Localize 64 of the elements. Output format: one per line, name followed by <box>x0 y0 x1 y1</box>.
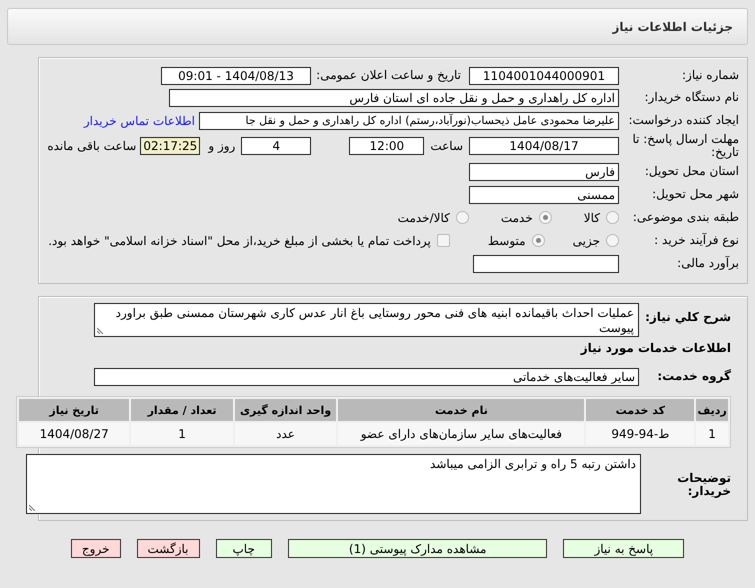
description-box[interactable]: عملیات احداث باقیمانده ابنیه های فنی محور روستایی باغ انار عدس کاری شهرستان ممسنی طبق براورد پیوست <box>94 303 639 337</box>
field-label: توضیحات خریدار: <box>676 470 732 498</box>
buyer-org-field: اداره کل راهداری و حمل و نقل جاده ای استان فارس <box>169 89 619 107</box>
table-cell: 1404/08/27 <box>19 423 130 445</box>
field-label: شهر محل تحویل: <box>651 188 739 202</box>
field-label: نوع فرآیند خرید : <box>653 234 739 248</box>
column-header: ردیف <box>696 399 728 421</box>
table-cell: عدد <box>234 423 336 445</box>
radio-label: متوسط <box>488 234 526 248</box>
checkbox[interactable] <box>436 234 450 247</box>
column-header: تعداد / مقدار <box>131 399 233 421</box>
resize-grip-icon[interactable] <box>29 503 37 511</box>
column-header: واحد اندازه گیری <box>234 399 336 421</box>
radio-button[interactable] <box>606 211 619 224</box>
field-label: مهلت ارسال پاسخ: تا تاریخ: <box>631 132 739 160</box>
service-group-field: سایر فعالیت‌های خدماتی <box>94 368 639 386</box>
announce-date-field: 1404/08/13 - 09:01 <box>161 66 311 84</box>
buyer-notes-box[interactable]: داشتن رتبه 5 راه و ترابری الزامی میباشد <box>26 454 641 514</box>
field-label: شرح کلي نياز: <box>644 309 732 324</box>
radio-label: خدمت <box>500 210 533 224</box>
page-title: جزئیات اطلاعات نیاز <box>612 20 733 34</box>
field-label: برآورد مالی: <box>676 256 739 270</box>
radio-button[interactable] <box>456 211 469 224</box>
remaining-time-field: 02:17:25 <box>140 137 200 155</box>
action-button[interactable]: چاپ <box>216 539 272 558</box>
need-number-field: 1104001044000901 <box>469 66 619 84</box>
table-cell: 1 <box>131 423 233 445</box>
radio-button[interactable] <box>606 234 619 247</box>
radio-button[interactable] <box>532 234 545 247</box>
city-field: ممسنی <box>469 186 619 204</box>
table-cell: 1 <box>696 423 728 445</box>
field-label: استان محل تحویل: <box>644 164 739 178</box>
deadline-date-field: 1404/08/17 <box>469 137 619 155</box>
requester-field: علیرضا محمودی عامل ذیحساب(نورآباد،رستم) اداره کل راهداری و حمل و نقل جا <box>199 112 619 130</box>
action-button[interactable]: خروج <box>70 539 120 558</box>
resize-grip-icon[interactable] <box>97 326 105 334</box>
radio-label: کالا <box>584 210 600 224</box>
days-label: روز و <box>208 139 236 153</box>
time-label: ساعت <box>430 139 463 153</box>
radio-label: جزیی <box>572 234 600 248</box>
days-field: 4 <box>241 137 312 155</box>
field-label: نام دستگاه خریدار: <box>644 91 739 105</box>
field-label: طبقه بندی موضوعی: <box>632 210 739 224</box>
field-label: گروه خدمت: <box>656 370 732 384</box>
payment-note: پرداخت تمام یا بخشی از مبلغ خرید،از محل "اسناد خزانه اسلامی" خواهد بود. <box>48 234 431 248</box>
column-header: تاریخ نیاز <box>19 399 130 421</box>
budget-field[interactable] <box>473 254 619 272</box>
action-button[interactable]: مشاهده مدارک پیوستی (1) <box>288 539 548 558</box>
deadline-time-field: 12:00 <box>349 137 424 155</box>
section-heading: اطلاعات خدمات مورد نیاز <box>579 341 732 355</box>
buyer-contact-link[interactable]: اطلاعات تماس خریدار <box>84 114 195 128</box>
column-header: نام خدمت <box>338 399 584 421</box>
table-cell: فعالیت‌های سایر سازمان‌های دارای عضو <box>338 423 584 445</box>
remaining-label: ساعت باقی مانده <box>47 139 136 153</box>
field-label: ایجاد کننده درخواست: <box>627 114 739 128</box>
action-button[interactable]: بازگشت <box>136 539 200 558</box>
radio-button[interactable] <box>538 211 552 224</box>
radio-label: کالا/خدمت <box>398 210 450 224</box>
field-label: تاریخ و ساعت اعلان عمومی: <box>315 68 461 82</box>
field-label: شماره نیاز: <box>681 68 739 82</box>
action-button[interactable]: پاسخ به نیاز <box>563 539 684 558</box>
table-cell: ط-94-949 <box>586 423 694 445</box>
province-field: فارس <box>469 162 619 180</box>
column-header: کد خدمت <box>586 399 694 421</box>
